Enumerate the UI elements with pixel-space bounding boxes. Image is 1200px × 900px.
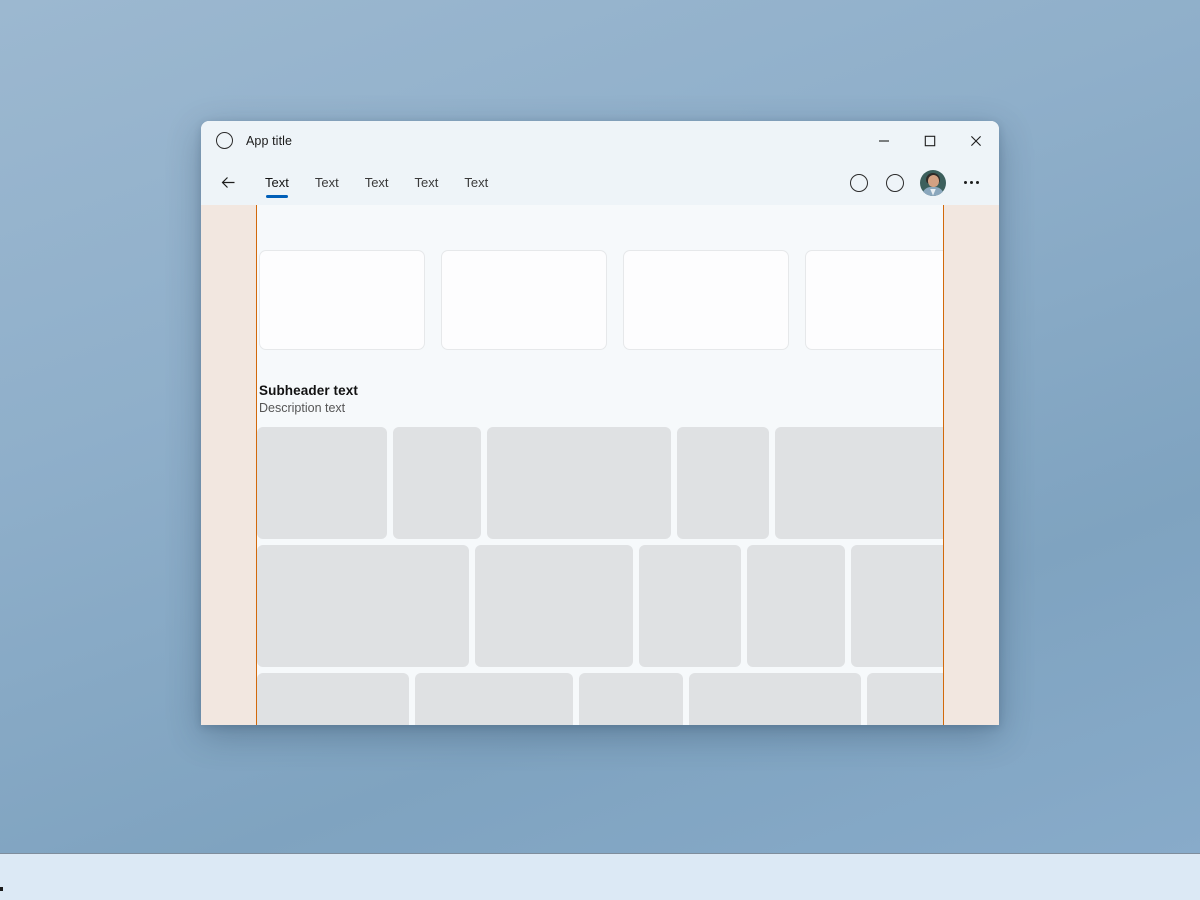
back-arrow-icon (221, 177, 234, 188)
caption-buttons (861, 121, 999, 160)
content-card[interactable] (441, 250, 607, 350)
more-options-button[interactable] (953, 167, 989, 199)
content-card[interactable] (259, 250, 425, 350)
content-card[interactable] (623, 250, 789, 350)
placeholder-tile[interactable] (475, 545, 633, 667)
ellipsis-dot (963, 181, 967, 184)
placeholder-tile[interactable] (393, 427, 481, 539)
app-title: App title (246, 133, 293, 148)
ellipsis-dot (969, 181, 973, 184)
left-margin-guide (201, 205, 257, 725)
toolbar: Text Text Text Text Text (201, 160, 999, 205)
close-button[interactable] (953, 121, 999, 160)
subheader-block: Subheader text Description text (259, 383, 358, 415)
ellipsis-dot (975, 181, 979, 184)
tab-1[interactable]: Text (302, 160, 352, 205)
tab-strip: Text Text Text Text Text (252, 160, 501, 205)
placeholder-tile[interactable] (487, 427, 671, 539)
placeholder-tile[interactable] (257, 427, 387, 539)
title-bar[interactable]: App title (201, 121, 999, 160)
account-button[interactable] (913, 167, 953, 199)
tab-2[interactable]: Text (352, 160, 402, 205)
placeholder-tile[interactable] (639, 545, 741, 667)
tab-0[interactable]: Text (252, 160, 302, 205)
tab-label: Text (414, 175, 439, 190)
toolbar-action-1-button[interactable] (841, 167, 877, 199)
app-icon (216, 132, 233, 149)
tile-grid (257, 427, 943, 725)
placeholder-tile[interactable] (257, 545, 469, 667)
app-window: App title Text Text Text Text Text Subhe… (201, 121, 999, 725)
minimize-button[interactable] (861, 121, 907, 160)
maximize-button[interactable] (907, 121, 953, 160)
card-row (259, 250, 943, 350)
avatar-face (927, 174, 939, 187)
tile-row (257, 427, 943, 539)
placeholder-tile[interactable] (579, 673, 683, 725)
taskbar[interactable] (0, 853, 1200, 900)
subheader-text: Subheader text (259, 383, 358, 398)
placeholder-tile[interactable] (415, 673, 573, 725)
tile-row (257, 673, 943, 725)
placeholder-tile[interactable] (775, 427, 943, 539)
tile-row (257, 545, 943, 667)
content-card[interactable] (805, 250, 943, 350)
placeholder-tile[interactable] (851, 545, 943, 667)
tab-active-indicator (265, 195, 288, 198)
placeholder-tile[interactable] (689, 673, 861, 725)
placeholder-tile[interactable] (867, 673, 943, 725)
toolbar-action-2-button[interactable] (877, 167, 913, 199)
placeholder-tile[interactable] (257, 673, 409, 725)
tab-label: Text (464, 175, 489, 190)
circle-outline-icon (886, 173, 904, 192)
tab-label: Text (314, 175, 339, 190)
placeholder-tile[interactable] (677, 427, 769, 539)
desktop: App title Text Text Text Text Text Subhe… (0, 0, 1200, 900)
tab-label: Text (265, 175, 289, 190)
circle-outline-icon (850, 173, 868, 192)
toolbar-actions (841, 167, 999, 199)
tab-label: Text (364, 175, 389, 190)
right-margin-guide (943, 205, 999, 725)
page-canvas[interactable]: Subheader text Description text (257, 205, 943, 725)
description-text: Description text (259, 401, 346, 415)
back-button[interactable] (212, 167, 244, 199)
placeholder-tile[interactable] (747, 545, 845, 667)
taskbar-indicator (0, 887, 3, 891)
tab-3[interactable]: Text (402, 160, 452, 205)
tab-4[interactable]: Text (451, 160, 501, 205)
content-area: Subheader text Description text (201, 205, 999, 725)
avatar (920, 169, 946, 196)
